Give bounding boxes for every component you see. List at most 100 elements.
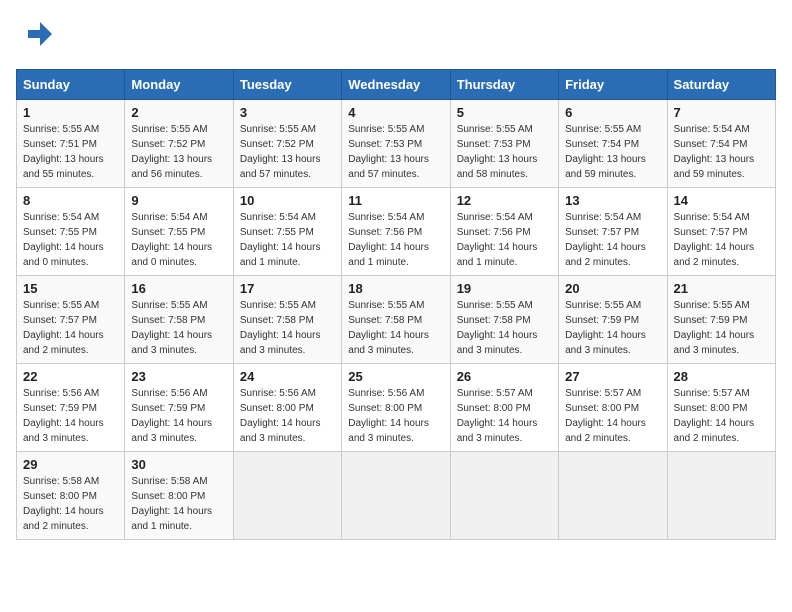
day-info: Sunrise: 5:56 AMSunset: 7:59 PMDaylight:… <box>131 386 226 446</box>
day-number: 6 <box>565 105 660 120</box>
weekday-header-friday: Friday <box>559 70 667 100</box>
day-info: Sunrise: 5:54 AMSunset: 7:54 PMDaylight:… <box>674 122 769 182</box>
weekday-header-wednesday: Wednesday <box>342 70 450 100</box>
day-number: 24 <box>240 369 335 384</box>
day-number: 26 <box>457 369 552 384</box>
day-number: 1 <box>23 105 118 120</box>
day-number: 2 <box>131 105 226 120</box>
day-number: 21 <box>674 281 769 296</box>
day-number: 18 <box>348 281 443 296</box>
day-number: 3 <box>240 105 335 120</box>
calendar-cell: 29Sunrise: 5:58 AMSunset: 8:00 PMDayligh… <box>17 452 125 540</box>
calendar-cell: 26 Sunrise: 5:57 AMSunset: 8:00 PMDayligh… <box>450 364 558 452</box>
calendar-cell: 16Sunrise: 5:55 AMSunset: 7:58 PMDayligh… <box>125 276 233 364</box>
calendar-cell: 22 Sunrise: 5:56 AMSunset: 7:59 PMDayligh… <box>17 364 125 452</box>
day-number: 8 <box>23 193 118 208</box>
day-number: 28 <box>674 369 769 384</box>
calendar-cell <box>233 452 341 540</box>
calendar-header-row: SundayMondayTuesdayWednesdayThursdayFrid… <box>17 70 776 100</box>
calendar-week-row: 22 Sunrise: 5:56 AMSunset: 7:59 PMDayligh… <box>17 364 776 452</box>
day-number: 14 <box>674 193 769 208</box>
calendar-cell: 10 Sunrise: 5:54 AMSunset: 7:55 PMDayligh… <box>233 188 341 276</box>
day-number: 11 <box>348 193 443 208</box>
logo <box>16 16 54 57</box>
day-info: Sunrise: 5:55 AMSunset: 7:58 PMDaylight:… <box>240 298 335 358</box>
day-number: 30 <box>131 457 226 472</box>
calendar-cell: 21 Sunrise: 5:55 AMSunset: 7:59 PMDayligh… <box>667 276 775 364</box>
day-info: Sunrise: 5:56 AMSunset: 7:59 PMDaylight:… <box>23 386 118 446</box>
day-number: 19 <box>457 281 552 296</box>
calendar-cell <box>450 452 558 540</box>
calendar-cell <box>559 452 667 540</box>
day-info: Sunrise: 5:54 AMSunset: 7:57 PMDaylight:… <box>565 210 660 270</box>
day-number: 7 <box>674 105 769 120</box>
day-info: Sunrise: 5:55 AMSunset: 7:54 PMDaylight:… <box>565 122 660 182</box>
day-info: Sunrise: 5:55 AMSunset: 7:52 PMDaylight:… <box>240 122 335 182</box>
weekday-header-monday: Monday <box>125 70 233 100</box>
calendar-week-row: 29 Sunrise: 5:58 AMSunset: 8:00 PMDayligh… <box>17 452 776 540</box>
weekday-header-saturday: Saturday <box>667 70 775 100</box>
calendar-cell: 4Sunrise: 5:55 AMSunset: 7:53 PMDaylight… <box>342 100 450 188</box>
day-info: Sunrise: 5:55 AMSunset: 7:57 PMDaylight:… <box>23 298 118 358</box>
calendar-week-row: 8 Sunrise: 5:54 AMSunset: 7:55 PMDaylight… <box>17 188 776 276</box>
day-info: Sunrise: 5:55 AMSunset: 7:59 PMDaylight:… <box>565 298 660 358</box>
day-info: Sunrise: 5:55 AMSunset: 7:58 PMDaylight:… <box>457 298 552 358</box>
day-info: Sunrise: 5:57 AMSunset: 8:00 PMDaylight:… <box>674 386 769 446</box>
day-info: Sunrise: 5:55 AMSunset: 7:59 PMDaylight:… <box>674 298 769 358</box>
calendar-cell: 20 Sunrise: 5:55 AMSunset: 7:59 PMDayligh… <box>559 276 667 364</box>
day-info: Sunrise: 5:57 AMSunset: 8:00 PMDaylight:… <box>457 386 552 446</box>
calendar-cell: 14 Sunrise: 5:54 AMSunset: 7:57 PMDayligh… <box>667 188 775 276</box>
day-info: Sunrise: 5:54 AMSunset: 7:55 PMDaylight:… <box>240 210 335 270</box>
calendar-cell: 2 Sunrise: 5:55 AMSunset: 7:52 PMDaylight… <box>125 100 233 188</box>
calendar-week-row: 15 Sunrise: 5:55 AMSunset: 7:57 PMDayligh… <box>17 276 776 364</box>
day-number: 5 <box>457 105 552 120</box>
day-info: Sunrise: 5:55 AMSunset: 7:53 PMDaylight:… <box>348 122 443 182</box>
calendar-cell: 7 Sunrise: 5:54 AMSunset: 7:54 PMDaylight… <box>667 100 775 188</box>
calendar-cell: 8Sunrise: 5:54 AMSunset: 7:55 PMDaylight… <box>17 188 125 276</box>
calendar-cell: 27Sunrise: 5:57 AMSunset: 8:00 PMDayligh… <box>559 364 667 452</box>
calendar-cell: 24 Sunrise: 5:56 AMSunset: 8:00 PMDayligh… <box>233 364 341 452</box>
day-info: Sunrise: 5:55 AMSunset: 7:51 PMDaylight:… <box>23 122 118 182</box>
day-number: 23 <box>131 369 226 384</box>
calendar-cell: 5 Sunrise: 5:55 AMSunset: 7:53 PMDaylight… <box>450 100 558 188</box>
day-number: 22 <box>23 369 118 384</box>
day-info: Sunrise: 5:54 AMSunset: 7:56 PMDaylight:… <box>348 210 443 270</box>
calendar-cell: 30 Sunrise: 5:58 AMSunset: 8:00 PMDayligh… <box>125 452 233 540</box>
day-number: 20 <box>565 281 660 296</box>
day-number: 10 <box>240 193 335 208</box>
day-number: 29 <box>23 457 118 472</box>
day-number: 9 <box>131 193 226 208</box>
calendar-body: 1 Sunrise: 5:55 AMSunset: 7:51 PMDaylight… <box>17 100 776 540</box>
calendar-cell: 17 Sunrise: 5:55 AMSunset: 7:58 PMDayligh… <box>233 276 341 364</box>
calendar-cell: 23 Sunrise: 5:56 AMSunset: 7:59 PMDayligh… <box>125 364 233 452</box>
calendar-cell: 1 Sunrise: 5:55 AMSunset: 7:51 PMDaylight… <box>17 100 125 188</box>
calendar-cell <box>342 452 450 540</box>
logo-icon <box>16 16 52 52</box>
day-number: 17 <box>240 281 335 296</box>
calendar-week-row: 1 Sunrise: 5:55 AMSunset: 7:51 PMDaylight… <box>17 100 776 188</box>
day-info: Sunrise: 5:54 AMSunset: 7:55 PMDaylight:… <box>131 210 226 270</box>
calendar-table: SundayMondayTuesdayWednesdayThursdayFrid… <box>16 69 776 540</box>
calendar-cell <box>667 452 775 540</box>
day-info: Sunrise: 5:55 AMSunset: 7:58 PMDaylight:… <box>348 298 443 358</box>
calendar-cell: 19 Sunrise: 5:55 AMSunset: 7:58 PMDayligh… <box>450 276 558 364</box>
calendar-cell: 28 Sunrise: 5:57 AMSunset: 8:00 PMDayligh… <box>667 364 775 452</box>
day-info: Sunrise: 5:55 AMSunset: 7:53 PMDaylight:… <box>457 122 552 182</box>
day-info: Sunrise: 5:56 AMSunset: 8:00 PMDaylight:… <box>348 386 443 446</box>
calendar-cell: 9 Sunrise: 5:54 AMSunset: 7:55 PMDaylight… <box>125 188 233 276</box>
calendar-cell: 18 Sunrise: 5:55 AMSunset: 7:58 PMDayligh… <box>342 276 450 364</box>
calendar-cell: 15 Sunrise: 5:55 AMSunset: 7:57 PMDayligh… <box>17 276 125 364</box>
calendar-cell: 3 Sunrise: 5:55 AMSunset: 7:52 PMDaylight… <box>233 100 341 188</box>
day-info: Sunrise: 5:55 AMSunset: 7:52 PMDaylight:… <box>131 122 226 182</box>
weekday-header-tuesday: Tuesday <box>233 70 341 100</box>
calendar-cell: 13Sunrise: 5:54 AMSunset: 7:57 PMDayligh… <box>559 188 667 276</box>
day-number: 27 <box>565 369 660 384</box>
day-info: Sunrise: 5:56 AMSunset: 8:00 PMDaylight:… <box>240 386 335 446</box>
day-number: 12 <box>457 193 552 208</box>
calendar-cell: 12Sunrise: 5:54 AMSunset: 7:56 PMDayligh… <box>450 188 558 276</box>
day-info: Sunrise: 5:55 AMSunset: 7:58 PMDaylight:… <box>131 298 226 358</box>
day-info: Sunrise: 5:58 AMSunset: 8:00 PMDaylight:… <box>131 474 226 534</box>
day-number: 15 <box>23 281 118 296</box>
day-info: Sunrise: 5:54 AMSunset: 7:57 PMDaylight:… <box>674 210 769 270</box>
calendar-cell: 11 Sunrise: 5:54 AMSunset: 7:56 PMDayligh… <box>342 188 450 276</box>
